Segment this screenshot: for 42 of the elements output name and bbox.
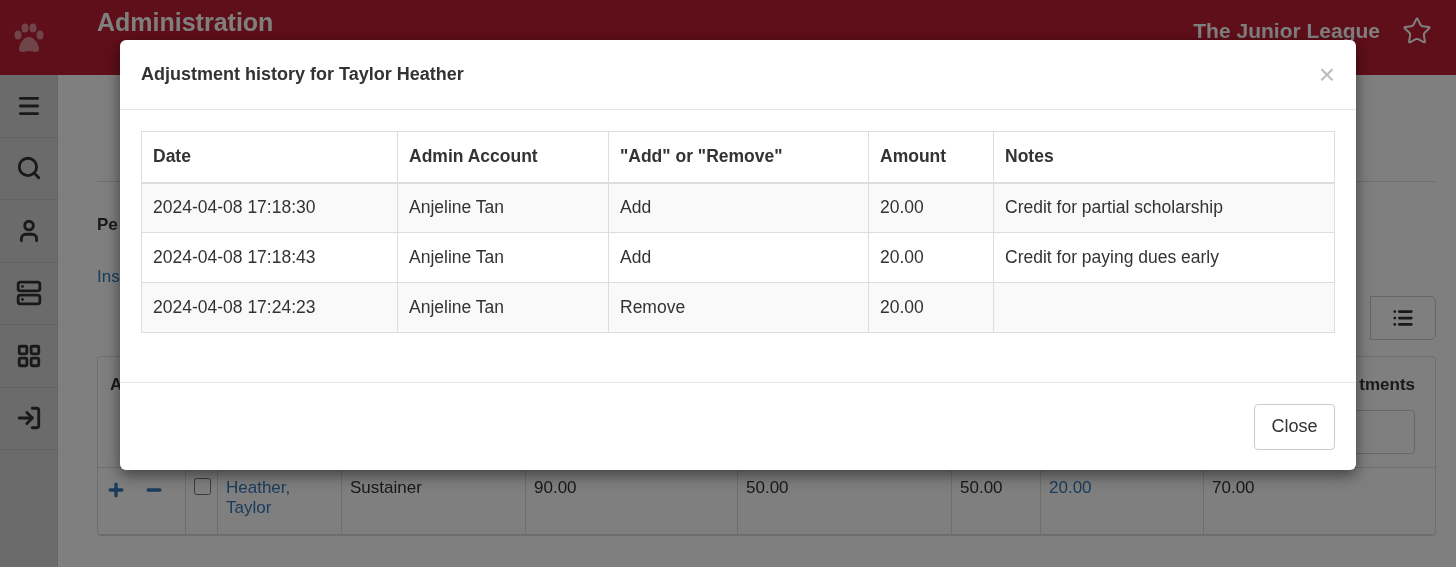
- table-cell: 50.00: [960, 478, 1003, 497]
- table-cell: 2024-04-08 17:18:30: [153, 197, 316, 218]
- search-icon: [15, 155, 42, 182]
- sign-in-icon: [15, 405, 42, 432]
- table-cell: 20.00: [880, 297, 924, 317]
- table-cell: Remove: [620, 297, 686, 317]
- table-cell: 90.00: [534, 478, 577, 497]
- table-cell: 50.00: [746, 478, 789, 497]
- row-checkbox[interactable]: [194, 478, 211, 495]
- table-cell: Sustainer: [350, 478, 422, 497]
- column-header: tments: [1359, 375, 1415, 395]
- table-cell: Add: [620, 247, 652, 267]
- table-cell: Anjeline Tan: [409, 247, 505, 267]
- table-cell: Anjeline Tan: [409, 197, 505, 218]
- column-header: Notes: [993, 131, 1335, 183]
- table-cell: Add: [620, 197, 652, 218]
- section-heading: Pe: [97, 215, 119, 235]
- table-cell: Anjeline Tan: [409, 297, 505, 317]
- close-button[interactable]: ×: [1318, 60, 1335, 89]
- table-cell: 70.00: [1212, 478, 1255, 497]
- table-cell: 2024-04-08 17:24:23: [153, 297, 316, 317]
- dialog-title: Adjustment history for Taylor Heather: [141, 64, 464, 85]
- organization-name[interactable]: The Junior League: [1193, 18, 1380, 43]
- table-cell: Credit for paying dues early: [1005, 247, 1219, 267]
- table-cell: 20.00: [880, 197, 924, 218]
- columns-button[interactable]: [1370, 296, 1436, 340]
- column-header: Admin Account: [397, 131, 609, 183]
- column-header: Date: [141, 131, 398, 183]
- column-header: Amount: [868, 131, 994, 183]
- close-button[interactable]: Close: [1254, 403, 1335, 450]
- grid-icon: [15, 342, 42, 369]
- plus-icon[interactable]: [106, 480, 126, 500]
- list-icon: [1392, 307, 1414, 329]
- table-cell: Credit for partial scholarship: [1005, 197, 1223, 218]
- member-name-link[interactable]: Heather, Taylor: [226, 478, 333, 518]
- app-title: Administration: [97, 8, 274, 36]
- adjustment-link[interactable]: 20.00: [1049, 478, 1195, 498]
- table-cell: 20.00: [880, 247, 924, 267]
- column-header: "Add" or "Remove": [608, 131, 869, 183]
- table-cell: 2024-04-08 17:18:43: [153, 247, 316, 267]
- star-icon[interactable]: [1402, 15, 1432, 46]
- server-icon: [15, 280, 42, 307]
